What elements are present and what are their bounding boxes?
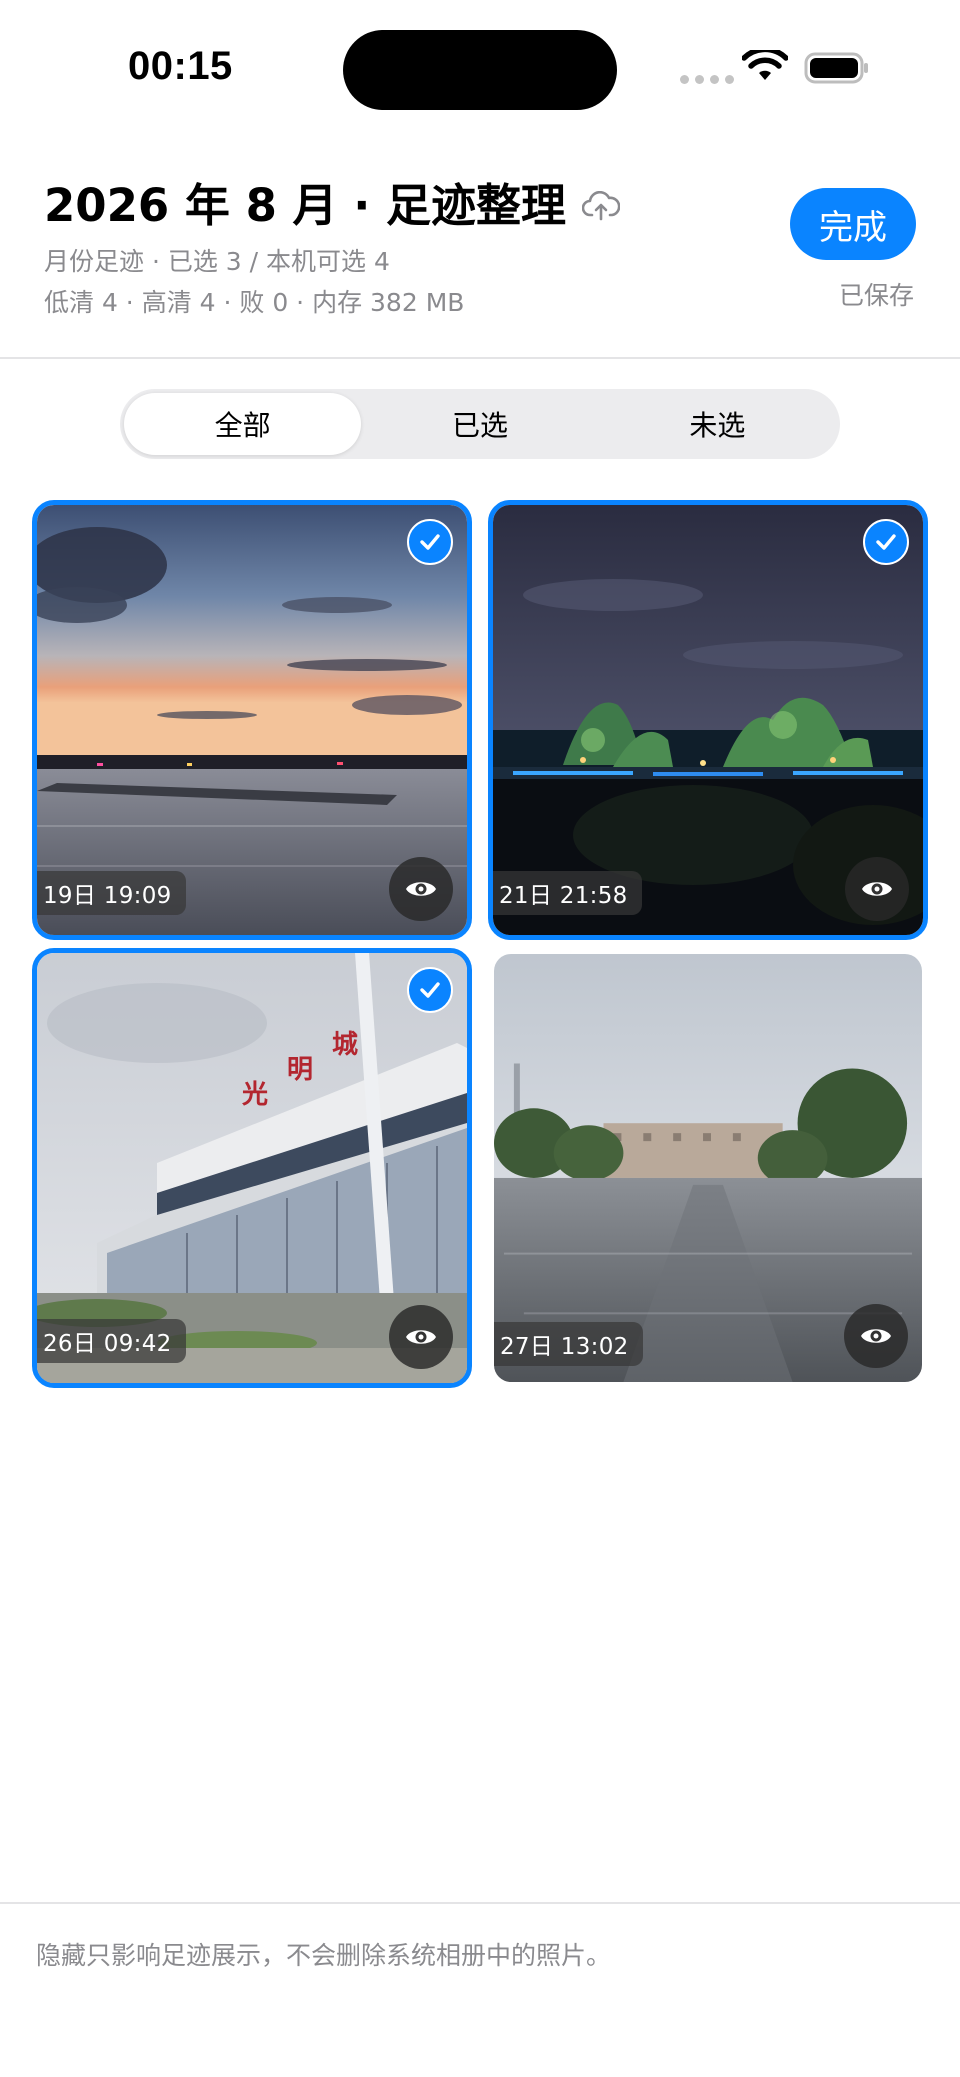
photo-grid: 19日 19:09 21日 21:58 光 明 城 26日 09:42 27日 … xyxy=(32,500,928,1388)
photo-card[interactable]: 21日 21:58 xyxy=(488,500,928,940)
photo-card[interactable]: 19日 19:09 xyxy=(32,500,472,940)
status-bar: 00:15 xyxy=(0,0,960,120)
selected-checkmark-icon[interactable] xyxy=(407,519,453,565)
done-button[interactable]: 完成 xyxy=(790,188,916,260)
selected-checkmark-icon[interactable] xyxy=(863,519,909,565)
subtitle-stats: 低清 4 · 高清 4 · 败 0 · 内存 382 MB xyxy=(44,288,465,317)
photo-timestamp: 26日 09:42 xyxy=(37,1319,186,1363)
signal-dots-icon xyxy=(680,75,734,84)
wifi-icon xyxy=(742,50,788,80)
saved-status: 已保存 xyxy=(838,281,914,310)
footer-divider xyxy=(0,1902,960,1904)
photo-card[interactable]: 光 明 城 26日 09:42 xyxy=(32,948,472,1388)
cloud-upload-icon[interactable] xyxy=(581,191,620,221)
page-header: 2026 年 8 月 · 足迹整理 月份足迹 · 已选 3 / 本机可选 4 低… xyxy=(0,160,960,358)
selected-checkmark-icon[interactable] xyxy=(407,967,453,1013)
title-row: 2026 年 8 月 · 足迹整理 xyxy=(44,178,620,234)
eye-icon[interactable] xyxy=(844,1304,908,1368)
eye-icon[interactable] xyxy=(389,1305,453,1369)
svg-text:城: 城 xyxy=(332,1030,358,1060)
tab-unselected[interactable]: 未选 xyxy=(599,393,836,455)
subtitle-selection: 月份足迹 · 已选 3 / 本机可选 4 xyxy=(44,247,390,276)
photo-timestamp: 19日 19:09 xyxy=(37,871,186,915)
battery-icon xyxy=(804,52,868,84)
tab-selected[interactable]: 已选 xyxy=(361,393,598,455)
status-time: 00:15 xyxy=(128,44,233,88)
eye-icon[interactable] xyxy=(389,857,453,921)
dynamic-island xyxy=(343,30,617,110)
header-divider xyxy=(0,357,960,359)
photo-card[interactable]: 27日 13:02 xyxy=(488,948,928,1388)
page-title: 2026 年 8 月 · 足迹整理 xyxy=(44,179,566,232)
svg-text:光: 光 xyxy=(241,1080,268,1110)
photo-timestamp: 21日 21:58 xyxy=(493,871,642,915)
footer-note: 隐藏只影响足迹展示，不会删除系统相册中的照片。 xyxy=(36,1941,612,1970)
filter-segmented-control: 全部 已选 未选 xyxy=(120,389,840,459)
photo-timestamp: 27日 13:02 xyxy=(494,1322,643,1366)
svg-text:明: 明 xyxy=(287,1055,313,1085)
tab-all[interactable]: 全部 xyxy=(124,393,362,455)
eye-icon[interactable] xyxy=(845,857,909,921)
